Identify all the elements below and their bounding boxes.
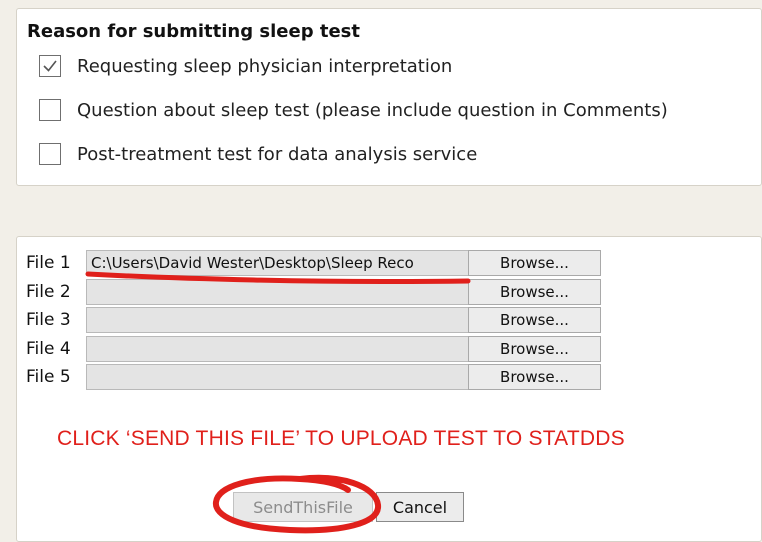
reason-panel: Reason for submitting sleep test Request…: [16, 8, 762, 186]
physician-interpretation-label: Requesting sleep physician interpretatio…: [77, 55, 453, 77]
cancel-button[interactable]: Cancel: [376, 492, 464, 522]
file-row-3: File 3 Browse...: [26, 307, 601, 333]
question-about-test-label: Question about sleep test (please includ…: [77, 99, 668, 121]
file-3-path-input[interactable]: [86, 307, 468, 333]
question-about-test-checkbox[interactable]: [39, 99, 61, 121]
file-3-browse-button[interactable]: Browse...: [468, 307, 601, 333]
option-row-question-about-test[interactable]: Question about sleep test (please includ…: [39, 99, 668, 121]
option-row-physician-interpretation[interactable]: Requesting sleep physician interpretatio…: [39, 55, 452, 77]
file-1-label: File 1: [26, 253, 71, 273]
file-4-path-input[interactable]: [86, 336, 468, 362]
file-2-path-input[interactable]: [86, 279, 468, 305]
file-4-label: File 4: [26, 339, 71, 359]
upload-instruction-text: CLICK ‘SEND THIS FILE’ TO UPLOAD TEST TO…: [57, 427, 625, 450]
file-5-label: File 5: [26, 367, 71, 387]
file-2-browse-button[interactable]: Browse...: [468, 279, 601, 305]
physician-interpretation-checkbox[interactable]: [39, 55, 61, 77]
post-treatment-label: Post-treatment test for data analysis se…: [77, 143, 478, 165]
upload-panel: File 1 C:\Users\David Wester\Desktop\Sle…: [16, 236, 762, 542]
file-5-path-input[interactable]: [86, 364, 468, 390]
checkmark-icon: [43, 60, 57, 72]
file-row-5: File 5 Browse...: [26, 364, 601, 390]
option-row-post-treatment[interactable]: Post-treatment test for data analysis se…: [39, 143, 477, 165]
reason-section-title: Reason for submitting sleep test: [27, 21, 360, 42]
file-1-path-input[interactable]: C:\Users\David Wester\Desktop\Sleep Reco: [86, 250, 468, 276]
post-treatment-checkbox[interactable]: [39, 143, 61, 165]
file-2-label: File 2: [26, 282, 71, 302]
file-row-4: File 4 Browse...: [26, 336, 601, 362]
send-this-file-button[interactable]: SendThisFile: [233, 492, 373, 522]
file-4-browse-button[interactable]: Browse...: [468, 336, 601, 362]
file-3-label: File 3: [26, 310, 71, 330]
file-5-browse-button[interactable]: Browse...: [468, 364, 601, 390]
file-row-2: File 2 Browse...: [26, 279, 601, 305]
file-row-1: File 1 C:\Users\David Wester\Desktop\Sle…: [26, 250, 601, 276]
file-1-browse-button[interactable]: Browse...: [468, 250, 601, 276]
